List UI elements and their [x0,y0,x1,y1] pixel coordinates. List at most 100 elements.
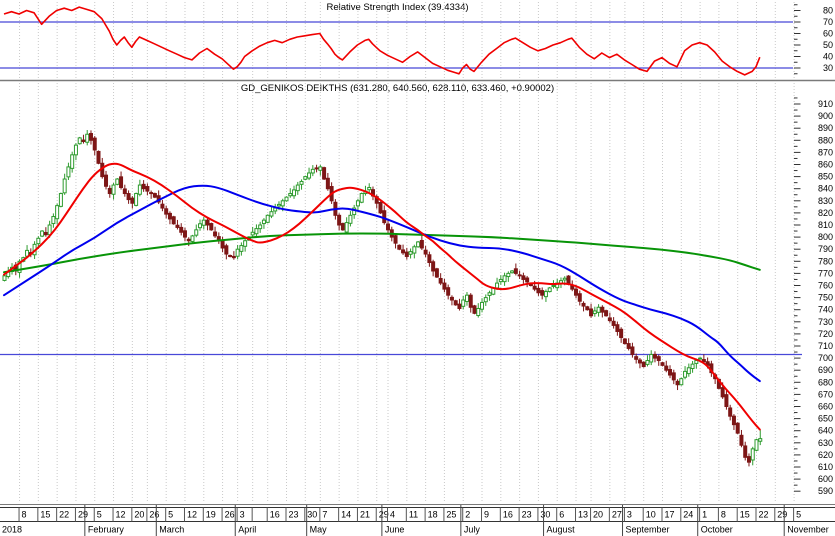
svg-text:11: 11 [409,510,418,520]
svg-text:840: 840 [818,184,833,194]
svg-text:23: 23 [522,510,532,520]
svg-text:2018: 2018 [2,525,22,535]
svg-text:670: 670 [818,389,833,399]
svg-text:60: 60 [823,29,833,39]
svg-text:20: 20 [593,510,603,520]
svg-text:690: 690 [818,365,833,375]
svg-text:November: November [787,525,829,535]
svg-text:30: 30 [540,510,550,520]
svg-text:3: 3 [627,510,632,520]
svg-text:27: 27 [612,510,622,520]
svg-text:October: October [701,525,733,535]
svg-text:7: 7 [322,510,327,520]
svg-text:630: 630 [818,438,833,448]
svg-text:700: 700 [818,353,833,363]
svg-text:20: 20 [134,510,144,520]
svg-text:26: 26 [225,510,235,520]
svg-text:680: 680 [818,377,833,387]
svg-text:16: 16 [270,510,280,520]
svg-text:590: 590 [818,486,833,496]
svg-text:810: 810 [818,220,833,230]
svg-text:May: May [310,525,328,535]
svg-text:70: 70 [823,17,833,27]
svg-text:21: 21 [360,510,370,520]
svg-text:15: 15 [40,510,50,520]
svg-text:720: 720 [818,329,833,339]
svg-text:750: 750 [818,293,833,303]
svg-text:30: 30 [307,510,317,520]
candlestick-series [2,130,763,467]
svg-text:9: 9 [484,510,489,520]
svg-text:22: 22 [759,510,769,520]
rsi-axis: 8070 6050 4030 [794,4,833,75]
panel-separator [0,79,835,505]
svg-text:12: 12 [116,510,126,520]
rsi-line [3,6,761,76]
svg-text:50: 50 [823,40,833,50]
svg-text:2: 2 [465,510,470,520]
svg-text:800: 800 [818,232,833,242]
svg-text:8: 8 [22,510,27,520]
svg-text:12: 12 [187,510,197,520]
svg-text:19: 19 [206,510,216,520]
svg-text:June: June [385,525,405,535]
svg-text:850: 850 [818,172,833,182]
price-chart-canvas[interactable]: 8070605040309109008908808708608508408308… [0,0,835,536]
rsi-level-lines [0,21,793,69]
svg-text:26: 26 [149,510,159,520]
svg-text:40: 40 [823,52,833,62]
svg-text:910: 910 [818,99,833,109]
svg-text:29: 29 [777,510,787,520]
svg-text:14: 14 [341,510,351,520]
svg-text:March: March [159,525,184,535]
svg-text:5: 5 [97,510,102,520]
svg-text:820: 820 [818,208,833,218]
svg-text:5: 5 [796,510,801,520]
svg-text:890: 890 [818,123,833,133]
svg-text:18: 18 [428,510,438,520]
svg-text:1: 1 [702,510,707,520]
svg-text:640: 640 [818,426,833,436]
svg-text:740: 740 [818,305,833,315]
svg-text:24: 24 [683,510,693,520]
svg-text:790: 790 [818,244,833,254]
svg-text:710: 710 [818,341,833,351]
svg-text:610: 610 [818,462,833,472]
svg-text:10: 10 [646,510,656,520]
svg-text:4: 4 [390,510,395,520]
svg-text:13: 13 [578,510,588,520]
svg-text:23: 23 [289,510,299,520]
svg-text:730: 730 [818,317,833,327]
svg-text:830: 830 [818,196,833,206]
svg-text:16: 16 [503,510,513,520]
svg-text:6: 6 [559,510,564,520]
svg-text:15: 15 [740,510,750,520]
long-ma-line [3,232,761,274]
svg-text:660: 660 [818,402,833,412]
svg-text:3: 3 [240,510,245,520]
svg-text:900: 900 [818,111,833,121]
svg-text:650: 650 [818,414,833,424]
svg-text:17: 17 [665,510,675,520]
svg-text:22: 22 [59,510,69,520]
svg-text:April: April [238,525,256,535]
svg-text:760: 760 [818,281,833,291]
chart-window: Relative Strength Index (39.4334) GD_GEN… [0,0,835,536]
svg-text:80: 80 [823,6,833,16]
svg-text:February: February [88,525,125,535]
svg-text:September: September [626,525,670,535]
svg-text:29: 29 [78,510,88,520]
date-axis: 8 15 22 2920185 12 20 26February5 12 19 26March3 1… [0,505,835,536]
svg-text:870: 870 [818,147,833,157]
svg-text:30: 30 [823,63,833,73]
svg-text:620: 620 [818,450,833,460]
svg-text:780: 780 [818,256,833,266]
svg-text:8: 8 [721,510,726,520]
svg-text:860: 860 [818,160,833,170]
svg-text:770: 770 [818,268,833,278]
svg-text:July: July [464,525,481,535]
svg-text:600: 600 [818,474,833,484]
svg-text:August: August [547,525,576,535]
svg-text:25: 25 [446,510,456,520]
svg-text:880: 880 [818,135,833,145]
